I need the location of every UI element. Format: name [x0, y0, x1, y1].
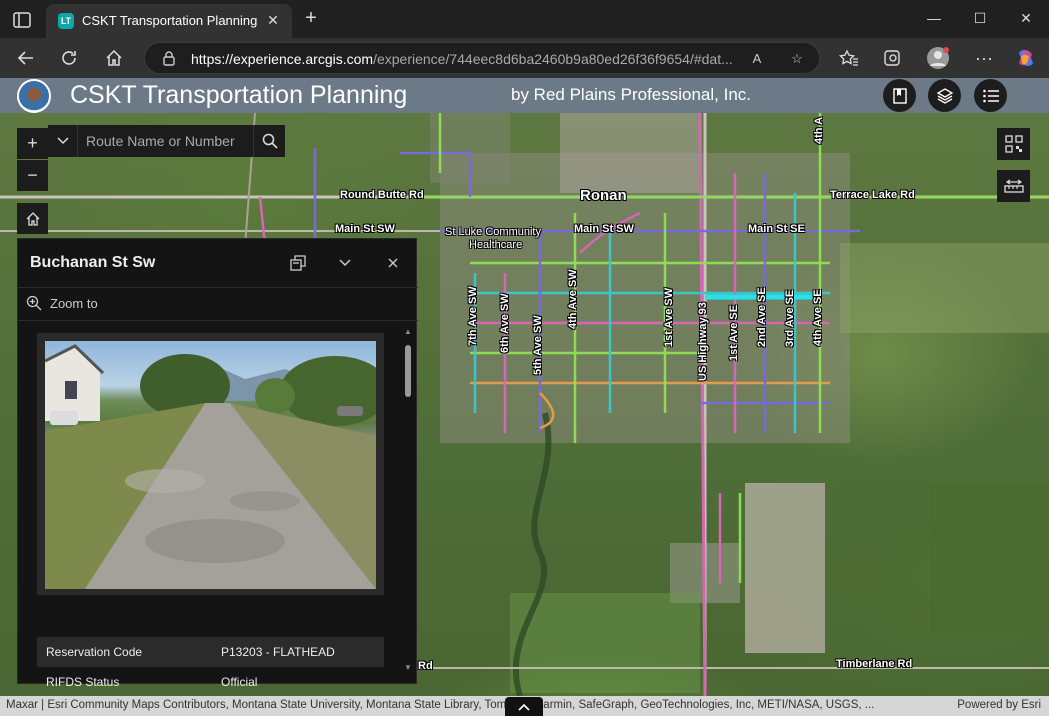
more-icon[interactable]: ···: [970, 44, 998, 72]
url-path: /experience/744eec8d6ba2460b9a80ed26f36f…: [373, 51, 733, 67]
browser-tab[interactable]: LT CSKT Transportation Planning ✕: [46, 4, 292, 38]
zoom-to-button[interactable]: Zoom to: [26, 294, 98, 312]
road-photo[interactable]: [45, 341, 376, 589]
scroll-down-icon[interactable]: ▼: [403, 663, 413, 673]
map-label-main-st-sw-center: Main St SW: [574, 223, 634, 235]
search-icon[interactable]: [253, 125, 285, 157]
favorites-icon[interactable]: [835, 44, 863, 72]
map-label-5th-ave-sw: 5th Ave SW: [532, 315, 544, 375]
powered-by-esri[interactable]: Powered by Esri: [957, 699, 1041, 711]
lock-icon[interactable]: [161, 50, 177, 66]
map-label-7th-ave-sw: 7th Ave SW: [467, 286, 479, 346]
refresh-icon[interactable]: [55, 44, 83, 72]
home-extent-icon[interactable]: [17, 203, 48, 234]
profile-icon[interactable]: [924, 44, 952, 72]
collapse-chevron-icon[interactable]: [333, 251, 357, 275]
chevron-down-icon[interactable]: [48, 125, 78, 157]
minimize-icon[interactable]: —: [914, 6, 954, 30]
route-search: [48, 125, 285, 157]
map-label-st-luke: St Luke Community: [445, 226, 541, 238]
home-icon[interactable]: [100, 44, 128, 72]
app-subtitle: by Red Plains Professional, Inc.: [511, 85, 752, 104]
cskt-logo: [17, 79, 51, 113]
zoom-to-icon: [26, 295, 42, 311]
browser-tab-bar: LT CSKT Transportation Planning ✕ + — ☐ …: [0, 0, 1049, 38]
map-label-terrace-lake: Terrace Lake Rd: [830, 189, 915, 201]
app-header: CSKT Transportation Planning by Red Plai…: [0, 78, 1049, 113]
url-text[interactable]: https://experience.arcgis.com/experience…: [191, 51, 733, 67]
scroll-up-icon[interactable]: ▲: [403, 327, 413, 337]
back-arrow-icon[interactable]: [12, 44, 40, 72]
chevron-up-icon: [518, 703, 530, 711]
attribute-value: P13203 - FLATHEAD: [221, 645, 335, 659]
map-label-healthcare: Healthcare: [469, 239, 523, 251]
browser-nav-bar: https://experience.arcgis.com/experience…: [0, 38, 1049, 78]
close-icon[interactable]: [381, 251, 405, 275]
feature-popup: Buchanan St Sw Zoom to ▲ ▼ Reservation C…: [17, 238, 418, 689]
popup-divider-2: [18, 320, 418, 321]
attribute-row: Reservation Code P13203 - FLATHEAD: [37, 637, 384, 667]
zoom-to-label: Zoom to: [50, 295, 98, 311]
layers-icon[interactable]: [928, 79, 961, 112]
tab-close-icon[interactable]: ✕: [264, 11, 282, 29]
map-label-1st-ave-sw: 1st Ave SW: [663, 287, 675, 347]
map-label-4th-ave-north: 4th A: [813, 116, 825, 144]
popup-divider: [18, 287, 418, 288]
new-tab-icon[interactable]: +: [300, 8, 322, 30]
attribute-key: RIFDS Status: [46, 675, 120, 689]
road-photo-frame: [37, 333, 384, 595]
attribute-key: Reservation Code: [46, 645, 143, 659]
map-label-1st-ave-se: 1st Ave SE: [728, 304, 740, 361]
url-domain: https://experience.arcgis.com: [191, 51, 374, 67]
map-label-2nd-ave-se: 2nd Ave SE: [756, 287, 768, 347]
maximize-icon[interactable]: ☐: [960, 6, 1000, 30]
map-label-us-highway: US Highway 93: [697, 302, 709, 381]
bookmark-icon[interactable]: [883, 79, 916, 112]
sidebar-icon[interactable]: [8, 8, 36, 32]
read-aloud-icon[interactable]: A: [747, 49, 767, 69]
measure-icon[interactable]: [997, 170, 1030, 202]
address-bar[interactable]: https://experience.arcgis.com/experience…: [144, 42, 820, 74]
map-label-4th-ave-se: 4th Ave SE: [812, 289, 824, 346]
legend-list-icon[interactable]: [974, 79, 1007, 112]
dock-icon[interactable]: [286, 251, 310, 275]
qr-code-icon[interactable]: [997, 128, 1030, 160]
map-label-city: Ronan: [580, 187, 627, 204]
window-close-icon[interactable]: ✕: [1006, 6, 1046, 30]
search-input[interactable]: [80, 127, 250, 155]
map-label-rd-stub: Rd: [418, 660, 433, 672]
zoom-out-button[interactable]: −: [17, 160, 48, 191]
zoom-in-button[interactable]: +: [17, 128, 48, 159]
map-label-3rd-ave-se: 3rd Ave SE: [784, 289, 796, 347]
popup-scrollbar[interactable]: ▲ ▼: [402, 327, 414, 673]
copilot-icon[interactable]: [1012, 44, 1040, 72]
map-label-timberlane: Timberlane Rd: [836, 658, 913, 670]
expand-panel-button[interactable]: [505, 697, 543, 716]
attribute-value: Official: [221, 675, 258, 689]
popup-title: Buchanan St Sw: [30, 254, 156, 271]
map-label-main-st-se: Main St SE: [748, 223, 805, 235]
star-icon[interactable]: ☆: [787, 49, 807, 69]
map-label-6th-ave-sw: 6th Ave SW: [499, 293, 511, 353]
tab-title: CSKT Transportation Planning: [82, 13, 258, 28]
map-label-4th-ave-sw: 4th Ave SW: [567, 269, 579, 329]
tab-favicon-icon: LT: [58, 13, 74, 29]
attribution-text[interactable]: Maxar | Esri Community Maps Contributors…: [6, 699, 936, 711]
map-label-main-st-sw-west: Main St SW: [335, 223, 395, 235]
scrollbar-thumb[interactable]: [405, 345, 411, 397]
collections-icon[interactable]: [878, 44, 906, 72]
map-label-round-butte: Round Butte Rd: [340, 189, 424, 201]
attribute-row: RIFDS Status Official: [37, 667, 384, 697]
app-title: CSKT Transportation Planning: [70, 81, 408, 109]
